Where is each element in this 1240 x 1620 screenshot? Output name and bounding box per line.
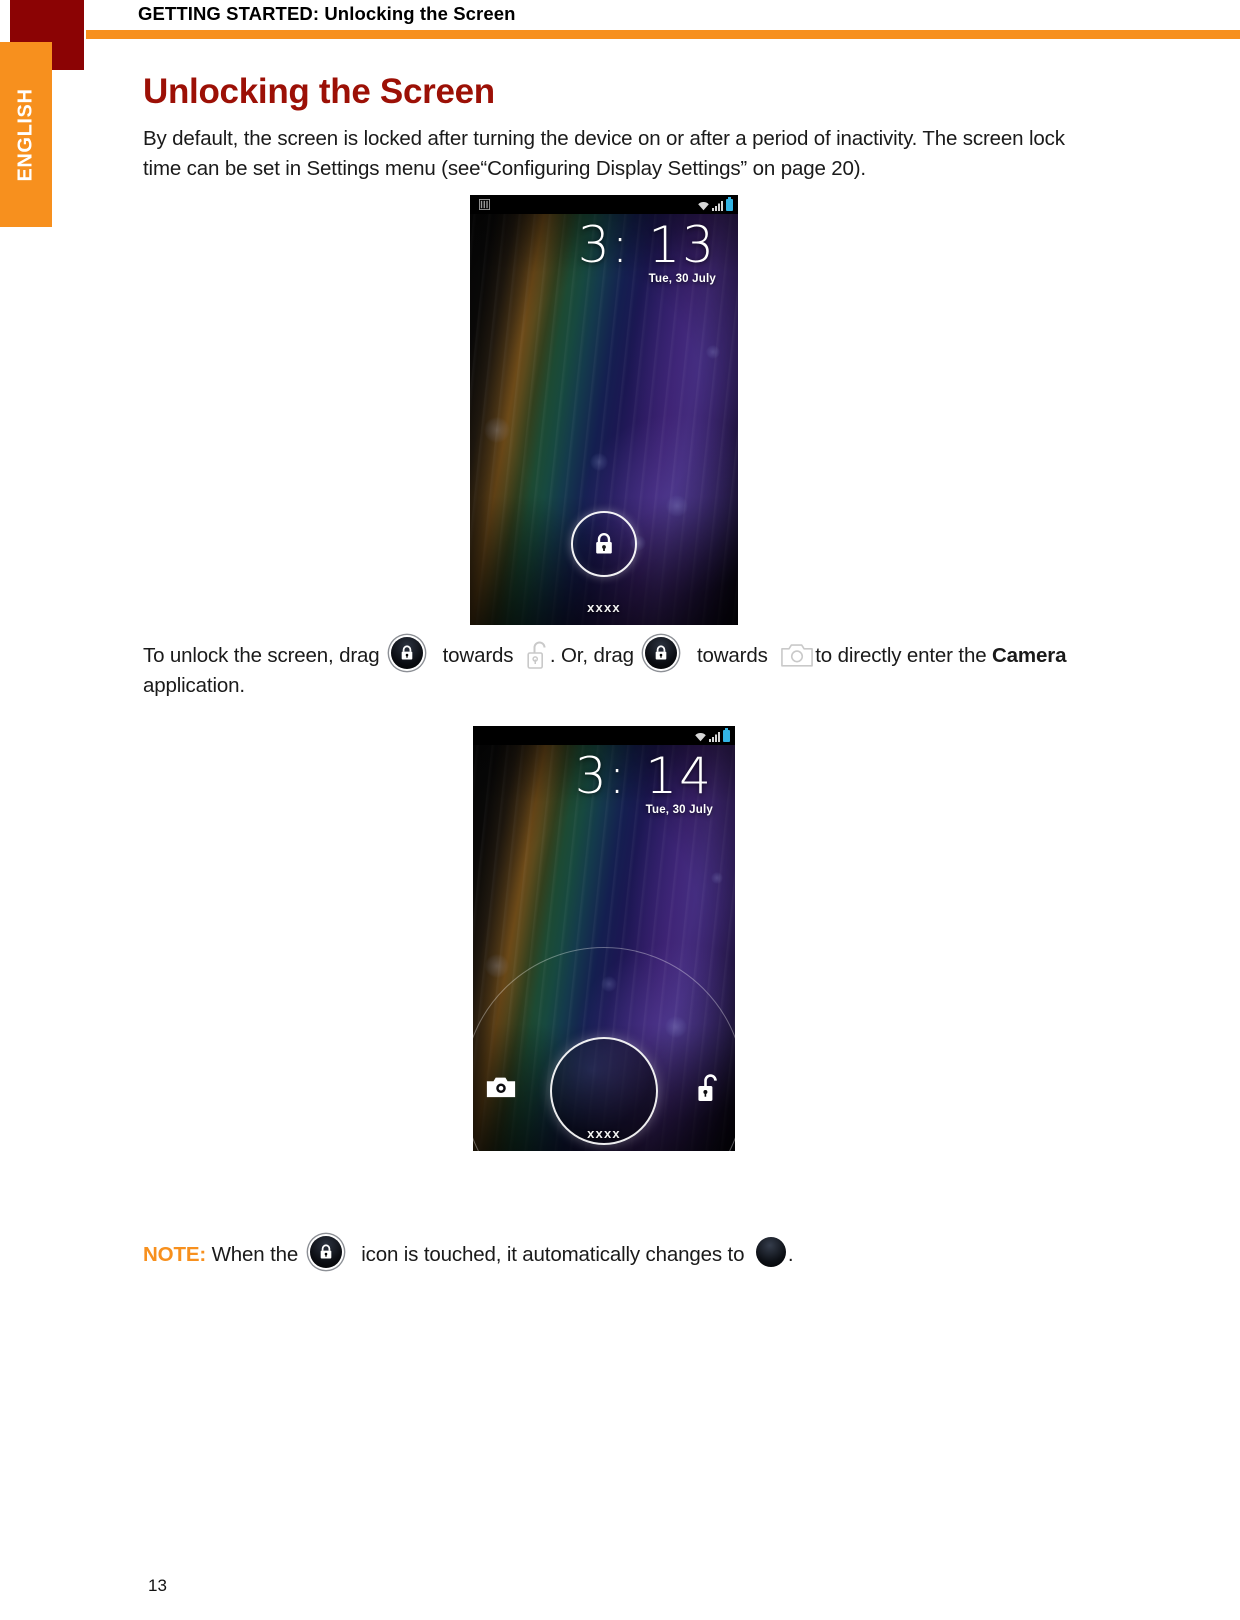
main-content: Unlocking the Screen By default, the scr… xyxy=(143,72,1098,1152)
lock-handle-ring[interactable] xyxy=(571,511,637,578)
clock-date: Tue, 30 July xyxy=(645,804,713,817)
lock-closed-glyph-icon xyxy=(401,645,413,660)
wifi-icon xyxy=(695,733,706,742)
page-title: Unlocking the Screen xyxy=(143,72,495,111)
header-accent-rule xyxy=(86,30,1240,39)
phone-screen: 3: 13 Tue, 30 July xxxx xyxy=(470,195,738,626)
lock-open-icon[interactable] xyxy=(697,1073,721,1103)
note-label: NOTE: xyxy=(143,1243,207,1266)
lockscreen-clock: 3: 14 Tue, 30 July xyxy=(575,750,713,816)
instruction-text-2: towards xyxy=(442,644,514,668)
lockscreen-clock: 3: 13 Tue, 30 July xyxy=(578,219,716,285)
instruction-text-5: to directly enter the xyxy=(815,644,987,668)
carrier-label: xxxx xyxy=(587,600,621,616)
sim-card-icon xyxy=(479,199,490,211)
breadcrumb: GETTING STARTED: Unlocking the Screen xyxy=(138,3,516,24)
lock-badge-icon xyxy=(309,1236,342,1268)
clock-date: Tue, 30 July xyxy=(648,273,716,286)
battery-icon xyxy=(726,197,733,212)
status-bar-right-icons xyxy=(694,728,730,743)
page-header: GETTING STARTED: Unlocking the Screen xyxy=(0,0,1240,70)
language-tab: ENGLISH xyxy=(0,42,52,227)
status-bar-right-icons xyxy=(697,197,733,212)
lock-closed-icon xyxy=(596,533,612,554)
clock-time: 3: 14 xyxy=(574,747,713,806)
intro-paragraph: By default, the screen is locked after t… xyxy=(143,127,1065,180)
instruction-text-3: . Or, drag xyxy=(549,644,634,668)
camera-outline-icon xyxy=(781,644,814,667)
status-bar xyxy=(470,195,738,215)
language-tab-label: ENGLISH xyxy=(14,87,37,182)
camera-icon[interactable] xyxy=(486,1074,516,1099)
lock-closed-glyph-icon xyxy=(656,645,667,660)
lock-badge-icon xyxy=(391,637,424,670)
note-callout: NOTE: When the icon is touched, it autom… xyxy=(143,1236,1143,1268)
instruction-text-6: application. xyxy=(143,673,245,697)
cellular-signal-icon xyxy=(709,732,720,743)
cellular-signal-icon xyxy=(712,201,723,212)
figure-unlocking-screen: 3: 14 Tue, 30 July xxxx xyxy=(473,726,735,1152)
instruction-text-4: towards xyxy=(696,644,768,668)
clock-time: 3: 13 xyxy=(577,216,716,275)
phone-screen: 3: 14 Tue, 30 July xxxx xyxy=(473,726,735,1152)
instruction-paragraph: To unlock the screen, drag towards . Or,… xyxy=(143,637,1098,700)
lock-badge-icon xyxy=(645,637,678,670)
note-text-3: . xyxy=(787,1243,794,1266)
battery-icon xyxy=(723,728,730,743)
note-text-2: icon is touched, it automatically change… xyxy=(361,1243,745,1266)
page-number: 13 xyxy=(148,1576,167,1595)
wifi-icon xyxy=(698,202,709,211)
dot-badge-icon xyxy=(755,1237,786,1267)
carrier-label: xxxx xyxy=(587,1126,621,1142)
status-bar xyxy=(473,726,735,746)
note-text-1: When the xyxy=(211,1243,299,1266)
instruction-text-1: To unlock the screen, drag xyxy=(143,644,380,668)
figure-locked-screen: 3: 13 Tue, 30 July xxxx xyxy=(470,195,738,626)
app-name-camera: Camera xyxy=(992,644,1067,668)
lock-closed-glyph-icon xyxy=(320,1244,331,1259)
lock-open-outline-icon xyxy=(527,641,546,670)
